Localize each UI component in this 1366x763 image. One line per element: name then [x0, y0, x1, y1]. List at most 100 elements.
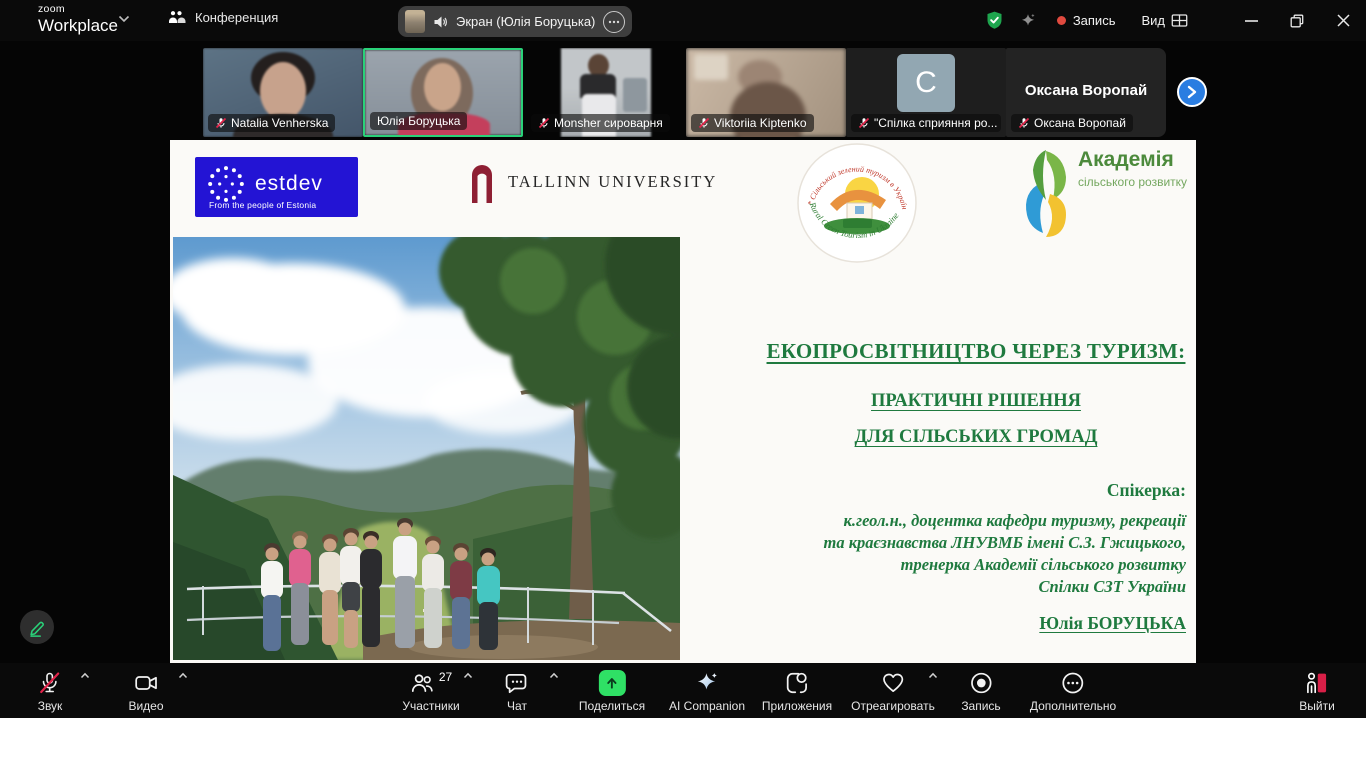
participant-name-label: Юлія Боруцька [370, 112, 467, 130]
chat-button[interactable]: Чат [504, 670, 530, 713]
more-button[interactable]: Дополнительно [1030, 670, 1116, 713]
minimize-button[interactable] [1228, 0, 1274, 41]
recording-indicator[interactable]: Запись [1057, 13, 1116, 28]
share-screen-button[interactable]: Поделиться [579, 670, 645, 713]
video-tile-yuliia-active-speaker[interactable]: Юлія Боруцька [363, 48, 523, 137]
estdev-wordmark: estdev [255, 172, 323, 196]
video-options-chevron[interactable] [178, 672, 188, 679]
muted-mic-icon [38, 670, 62, 696]
participants-count: 27 [439, 670, 452, 684]
titlebar-right-cluster: Запись Вид [984, 0, 1366, 41]
participant-name-label: Viktoriia Kiptenko [691, 114, 814, 132]
share-screen-icon [598, 670, 625, 696]
speaker-line: тренерка Академії сільського розвитку [766, 554, 1186, 576]
slide-title-line1: ЕКОПРОСВІТНИЦТВО ЧЕРЕЗ ТУРИЗМ: [766, 339, 1186, 364]
participant-name-label: Natalia Venherska [208, 114, 335, 132]
academy-subtitle: сільського розвитку [1078, 175, 1187, 189]
pencil-icon [27, 617, 47, 637]
muted-mic-icon [698, 117, 710, 129]
participants-icon [410, 670, 436, 696]
audio-options-chevron[interactable] [80, 672, 90, 679]
security-shield-icon[interactable] [984, 10, 1005, 31]
speaker-icon [433, 15, 448, 29]
brand-zoom: zoom [38, 4, 118, 15]
tallinn-university-label: TALLINN UNIVERSITY [508, 172, 717, 192]
academy-logo: Академія сільського розвитку [1022, 148, 1187, 238]
muted-mic-icon [1018, 117, 1030, 129]
participant-name-label: Monsher сироварня [531, 114, 670, 132]
speaker-name: Юлія БОРУЦЬКА [766, 613, 1186, 634]
speaker-heading: Спікерка: [766, 480, 1186, 501]
estdev-dots-icon [207, 165, 245, 203]
grid-view-icon [1171, 13, 1188, 28]
rural-green-tourism-logo: * Сільський зелений туризм в Україні * R… [796, 142, 918, 264]
recording-dot-icon [1057, 16, 1066, 25]
shared-screen-thumbnail [405, 10, 425, 33]
chat-bubble-icon [504, 670, 530, 696]
zoom-workplace-logo: zoom Workplace [38, 4, 118, 34]
video-tile-oksana[interactable]: Оксана Воропай Оксана Воропай [1006, 48, 1166, 137]
slide-text-block: ЕКОПРОСВІТНИЦТВО ЧЕРЕЗ ТУРИЗМ: ПРАКТИЧНІ… [766, 339, 1186, 634]
meeting-toolbar: Звук Видео 27 Уч [0, 663, 1366, 718]
video-tile-monsher[interactable]: Monsher сироварня [526, 48, 686, 137]
more-ellipsis-icon [1060, 670, 1086, 696]
avatar-letter: C [897, 54, 955, 112]
participants-group-icon [168, 10, 186, 25]
heart-icon [880, 670, 906, 696]
audio-button[interactable]: Звук [38, 670, 63, 713]
muted-mic-icon [538, 117, 550, 129]
participant-name-label: Оксана Воропай [1011, 114, 1133, 132]
participant-name-label: "Спілка сприяння ро... [851, 114, 1001, 132]
react-button[interactable]: Отреагировать [851, 670, 935, 713]
speaker-line: Спілки СЗТ України [766, 576, 1186, 598]
video-tile-viktoriia[interactable]: Viktoriia Kiptenko [686, 48, 846, 137]
zoom-meeting-window: zoom Workplace Конференция Экран (Юлія Б… [0, 0, 1366, 763]
chat-options-chevron[interactable] [549, 672, 559, 679]
record-button[interactable]: Запись [961, 670, 1000, 713]
leave-button[interactable]: Выйти [1299, 670, 1335, 713]
view-button[interactable]: Вид [1141, 13, 1188, 28]
video-tile-spilka[interactable]: C "Спілка сприяння ро... [846, 48, 1006, 137]
record-icon [968, 670, 994, 696]
tab-conference-label: Конференция [195, 10, 278, 25]
speaker-line: к.геол.н., доцентка кафедри туризму, рек… [766, 510, 1186, 532]
muted-mic-icon [215, 117, 227, 129]
tab-conference[interactable]: Конференция [168, 10, 278, 25]
apps-icon [784, 670, 810, 696]
shared-screen-slide: estdev From the people of Estonia TALLIN… [170, 140, 1196, 663]
camera-icon [133, 670, 159, 696]
participant-display-name: Оксана Воропай [1006, 82, 1166, 99]
estdev-logo: estdev From the people of Estonia [195, 157, 358, 217]
tallinn-university-logo: TALLINN UNIVERSITY [470, 161, 717, 203]
next-participants-page-button[interactable] [1177, 77, 1207, 107]
title-bar: zoom Workplace Конференция Экран (Юлія Б… [0, 0, 1366, 41]
screen-share-pill[interactable]: Экран (Юлія Боруцька) [398, 6, 632, 37]
leave-meeting-icon [1304, 670, 1331, 696]
react-options-chevron[interactable] [928, 672, 938, 679]
brand-workplace: Workplace [38, 17, 118, 34]
ai-companion-icon [694, 670, 720, 696]
group-photo [173, 237, 680, 660]
close-button[interactable] [1320, 0, 1366, 41]
muted-mic-icon [858, 117, 870, 129]
desktop-background-strip [0, 718, 1366, 763]
academy-leaves-icon [1022, 148, 1070, 238]
ai-companion-button[interactable]: AI Companion [669, 670, 745, 713]
ai-sparkle-icon[interactable] [1019, 12, 1037, 30]
participants-button[interactable]: 27 Участники [402, 670, 459, 713]
recording-label: Запись [1073, 13, 1116, 28]
video-tile-natalia[interactable]: Natalia Venherska [203, 48, 363, 137]
academy-title: Академія [1078, 148, 1187, 172]
share-options-button[interactable] [603, 11, 625, 33]
estdev-tagline: From the people of Estonia [209, 200, 316, 210]
slide-title-line3: ДЛЯ СІЛЬСЬКИХ ГРОМАД [766, 427, 1186, 448]
apps-button[interactable]: Приложения [762, 670, 832, 713]
view-label: Вид [1141, 13, 1165, 28]
annotate-button[interactable] [20, 610, 54, 644]
share-pill-label: Экран (Юлія Боруцька) [456, 14, 595, 29]
video-button[interactable]: Видео [128, 670, 163, 713]
participants-options-chevron[interactable] [463, 672, 473, 679]
restore-button[interactable] [1274, 0, 1320, 41]
chevron-down-icon[interactable] [118, 15, 130, 23]
slide-title-line2: ПРАКТИЧНІ РІШЕННЯ [766, 391, 1186, 412]
